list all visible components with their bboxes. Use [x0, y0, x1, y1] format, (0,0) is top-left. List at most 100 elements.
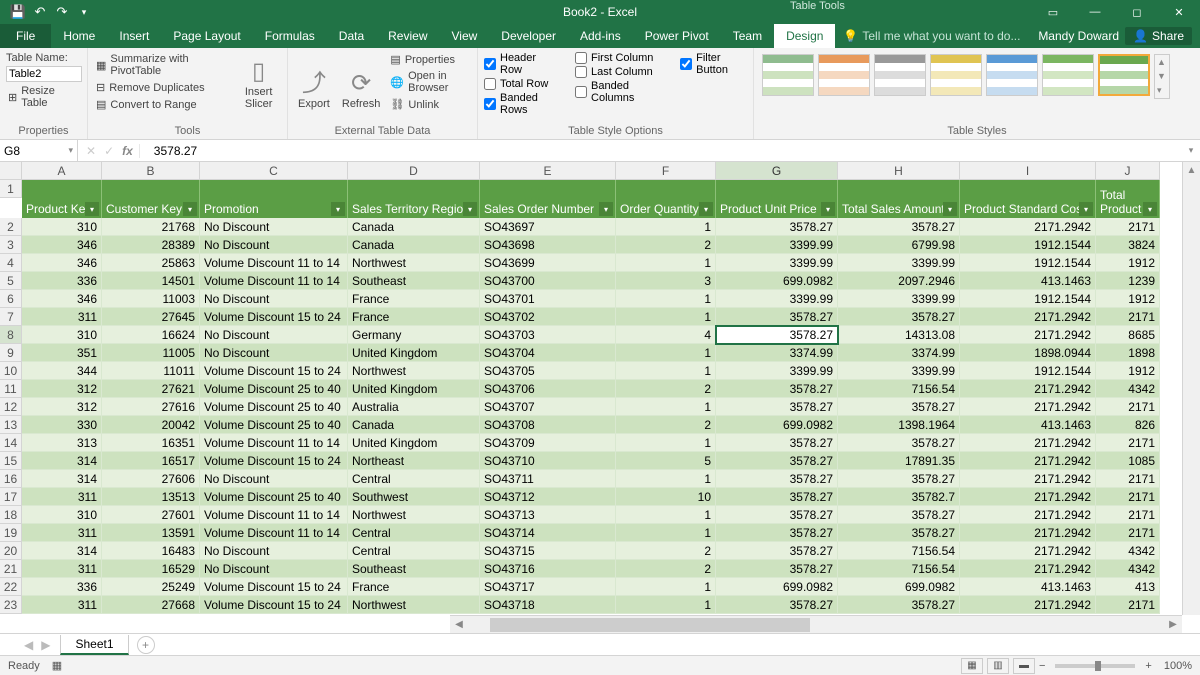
cell[interactable]: 3578.27	[716, 560, 838, 578]
tab-add-ins[interactable]: Add-ins	[568, 24, 633, 48]
cell[interactable]: 2171.2942	[960, 560, 1096, 578]
cell[interactable]: 3578.27	[838, 506, 960, 524]
cell[interactable]: 4342	[1096, 380, 1160, 398]
cell[interactable]: 6799.98	[838, 236, 960, 254]
cell[interactable]: 4342	[1096, 542, 1160, 560]
cell[interactable]: 16517	[102, 452, 200, 470]
table-style-swatch[interactable]	[1098, 54, 1150, 96]
cell[interactable]: 3399.99	[716, 362, 838, 380]
minimize-icon[interactable]: —	[1074, 0, 1116, 24]
cell[interactable]: 344	[22, 362, 102, 380]
row-header[interactable]: 15	[0, 452, 22, 470]
cell[interactable]: 336	[22, 578, 102, 596]
tab-insert[interactable]: Insert	[107, 24, 161, 48]
row-header[interactable]: 5	[0, 272, 22, 290]
table-column-header[interactable]: Product Key▾	[22, 180, 102, 218]
cell[interactable]: 2171.2942	[960, 596, 1096, 614]
cell[interactable]: 2	[616, 380, 716, 398]
cell[interactable]: 2171.2942	[960, 542, 1096, 560]
cell[interactable]: 27616	[102, 398, 200, 416]
cell[interactable]: 1912.1544	[960, 290, 1096, 308]
cell[interactable]: 826	[1096, 416, 1160, 434]
cell[interactable]: 1	[616, 254, 716, 272]
cell[interactable]: 1	[616, 398, 716, 416]
header-row-checkbox[interactable]: Header Row	[484, 52, 559, 76]
cell[interactable]: 3578.27	[838, 398, 960, 416]
worksheet-grid[interactable]: ABCDEFGHIJ1Product Key▾Customer Key▾Prom…	[0, 162, 1200, 633]
cell[interactable]: SO43698	[480, 236, 616, 254]
cell[interactable]: No Discount	[200, 326, 348, 344]
zoom-out-button[interactable]: −	[1039, 660, 1045, 672]
cell[interactable]: 1	[616, 596, 716, 614]
table-column-header[interactable]: Order Quantity▾	[616, 180, 716, 218]
cell[interactable]: Volume Discount 25 to 40	[200, 398, 348, 416]
cell[interactable]: No Discount	[200, 542, 348, 560]
row-header[interactable]: 16	[0, 470, 22, 488]
column-header[interactable]: G	[716, 162, 838, 180]
cell[interactable]: 2171	[1096, 488, 1160, 506]
row-header[interactable]: 22	[0, 578, 22, 596]
column-header[interactable]: E	[480, 162, 616, 180]
cell[interactable]: SO43704	[480, 344, 616, 362]
cell[interactable]: 2	[616, 236, 716, 254]
table-style-swatch[interactable]	[1042, 54, 1094, 96]
row-header[interactable]: 8	[0, 326, 22, 344]
cell[interactable]: 3578.27	[716, 542, 838, 560]
row-header[interactable]: 6	[0, 290, 22, 308]
cell[interactable]: No Discount	[200, 236, 348, 254]
cell[interactable]: 14501	[102, 272, 200, 290]
cell[interactable]: 1912	[1096, 290, 1160, 308]
cell[interactable]: 3399.99	[716, 290, 838, 308]
cell[interactable]: 11005	[102, 344, 200, 362]
cell[interactable]: Southwest	[348, 488, 480, 506]
cell[interactable]: 2171.2942	[960, 506, 1096, 524]
cell[interactable]: 3399.99	[838, 362, 960, 380]
cell[interactable]: SO43703	[480, 326, 616, 344]
table-style-swatch[interactable]	[986, 54, 1038, 96]
cell[interactable]: 330	[22, 416, 102, 434]
cell[interactable]: Volume Discount 11 to 14	[200, 434, 348, 452]
cell[interactable]: 3399.99	[716, 254, 838, 272]
cell[interactable]: Northwest	[348, 254, 480, 272]
cancel-formula-icon[interactable]: ✕	[86, 144, 96, 158]
filter-dropdown-icon[interactable]: ▾	[599, 202, 613, 216]
macro-record-icon[interactable]: ▦	[52, 659, 62, 672]
cell[interactable]: 2171.2942	[960, 308, 1096, 326]
sheet-tab-active[interactable]: Sheet1	[60, 635, 128, 655]
tab-developer[interactable]: Developer	[489, 24, 568, 48]
table-name-input[interactable]	[6, 66, 82, 82]
cell[interactable]: 413	[1096, 578, 1160, 596]
row-header[interactable]: 4	[0, 254, 22, 272]
cell[interactable]: 27601	[102, 506, 200, 524]
cell[interactable]: 3578.27	[716, 434, 838, 452]
cell[interactable]: 27645	[102, 308, 200, 326]
page-break-view-button[interactable]: ▬	[1013, 658, 1035, 674]
cell[interactable]: 1398.1964	[838, 416, 960, 434]
cell[interactable]: 3578.27	[716, 326, 838, 344]
cell[interactable]: 1	[616, 344, 716, 362]
cell[interactable]: 3374.99	[838, 344, 960, 362]
cell[interactable]: 3578.27	[838, 470, 960, 488]
cell[interactable]: 16529	[102, 560, 200, 578]
cell[interactable]: 3578.27	[838, 524, 960, 542]
cell[interactable]: SO43700	[480, 272, 616, 290]
cell[interactable]: 1898	[1096, 344, 1160, 362]
filter-dropdown-icon[interactable]: ▾	[85, 202, 99, 216]
cell[interactable]: 20042	[102, 416, 200, 434]
cell[interactable]: 2097.2946	[838, 272, 960, 290]
cell[interactable]: 2171.2942	[960, 470, 1096, 488]
refresh-button[interactable]: ⟳Refresh	[338, 52, 385, 112]
cell[interactable]: 13513	[102, 488, 200, 506]
cell[interactable]: No Discount	[200, 290, 348, 308]
cell[interactable]: Volume Discount 25 to 40	[200, 416, 348, 434]
cell[interactable]: 1898.0944	[960, 344, 1096, 362]
cell[interactable]: 3578.27	[838, 596, 960, 614]
cell[interactable]: Volume Discount 11 to 14	[200, 254, 348, 272]
filter-dropdown-icon[interactable]: ▾	[1079, 202, 1093, 216]
cell[interactable]: 346	[22, 236, 102, 254]
cell[interactable]: 3	[616, 272, 716, 290]
share-button[interactable]: 👤 Share	[1125, 27, 1192, 45]
cell[interactable]: 28389	[102, 236, 200, 254]
cell[interactable]: United Kingdom	[348, 380, 480, 398]
cell[interactable]: Canada	[348, 416, 480, 434]
